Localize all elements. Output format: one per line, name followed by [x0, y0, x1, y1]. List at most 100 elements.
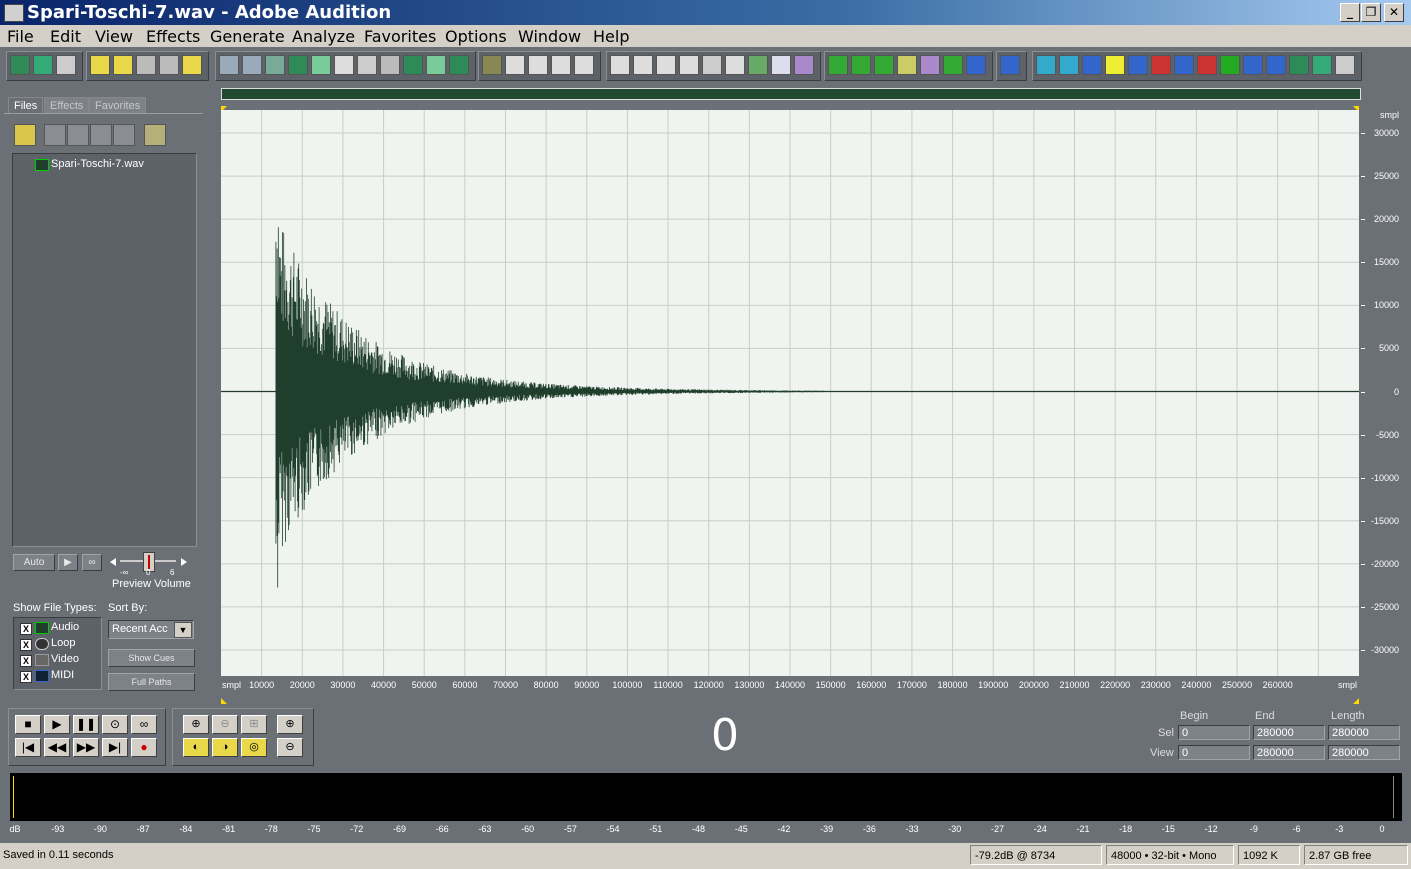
sel-begin-field[interactable]: 0 — [1178, 725, 1250, 740]
frequency-icon[interactable] — [610, 55, 630, 75]
tool-54-icon[interactable] — [1335, 55, 1355, 75]
preview-loop-button[interactable]: ∞ — [82, 554, 102, 571]
edit-file-icon[interactable] — [113, 124, 135, 146]
rewind-button[interactable]: ◀◀ — [44, 738, 70, 757]
file-filter-icon[interactable] — [144, 124, 166, 146]
auto-play-button[interactable]: Auto — [13, 554, 55, 571]
restore-button[interactable]: ❐ — [1361, 3, 1381, 22]
sort-by-dropdown[interactable]: Recent Acc ▼ — [108, 620, 194, 639]
spectrum-icon[interactable] — [1151, 55, 1171, 75]
multitrack-view-icon[interactable] — [33, 55, 53, 75]
overview-bar[interactable] — [221, 88, 1361, 100]
trim-icon[interactable] — [426, 55, 446, 75]
video-checkbox[interactable]: X — [20, 655, 32, 667]
loop-checkbox[interactable]: X — [20, 639, 32, 651]
select-all-icon[interactable] — [288, 55, 308, 75]
go-to-start-button[interactable]: |◀ — [15, 738, 41, 757]
tab-favorites[interactable]: Favorites — [89, 97, 147, 114]
cue-list-icon[interactable] — [528, 55, 548, 75]
view-begin-field[interactable]: 0 — [1178, 745, 1250, 760]
time-icon[interactable] — [679, 55, 699, 75]
repeat-icon[interactable] — [265, 55, 285, 75]
envelope-icon[interactable] — [482, 55, 502, 75]
noise-icon[interactable] — [874, 55, 894, 75]
play-to-end-button[interactable]: ⊙ — [102, 715, 128, 734]
undo-icon[interactable] — [219, 55, 239, 75]
file-list[interactable]: Spari-Toschi-7.wav — [12, 153, 197, 547]
new-file-icon[interactable] — [90, 55, 110, 75]
fir-icon[interactable] — [794, 55, 814, 75]
full-paths-button[interactable]: Full Paths — [108, 673, 195, 691]
info-icon[interactable] — [574, 55, 594, 75]
playlist-icon[interactable] — [551, 55, 571, 75]
bits-icon[interactable] — [702, 55, 722, 75]
close-file-icon[interactable] — [44, 124, 66, 146]
tool-53-icon[interactable] — [1312, 55, 1332, 75]
preview-play-button[interactable]: ▶ — [58, 554, 78, 571]
open-file-icon[interactable] — [14, 124, 36, 146]
tab-files[interactable]: Files — [8, 97, 44, 114]
bars-icon[interactable] — [1174, 55, 1194, 75]
copy-icon[interactable] — [311, 55, 331, 75]
menu-edit[interactable]: Edit — [50, 27, 81, 46]
close-button[interactable]: ✕ — [1384, 3, 1404, 22]
zoom-out-horizontal-icon[interactable]: ⊖ — [212, 715, 238, 734]
fast-forward-button[interactable]: ▶▶ — [73, 738, 99, 757]
normalize-icon[interactable] — [920, 55, 940, 75]
menu-view[interactable]: View — [95, 27, 133, 46]
loop-button[interactable]: ∞ — [131, 715, 157, 734]
tool-52-icon[interactable] — [1289, 55, 1309, 75]
menu-favorites[interactable]: Favorites — [364, 27, 436, 46]
audio-checkbox[interactable]: X — [20, 623, 32, 635]
paste-new-icon[interactable] — [380, 55, 400, 75]
pan-icon[interactable] — [748, 55, 768, 75]
menu-file[interactable]: File — [7, 27, 34, 46]
menu-window[interactable]: Window — [518, 27, 581, 46]
redo-icon[interactable] — [242, 55, 262, 75]
zoom-to-right-icon[interactable]: ◑ — [212, 738, 238, 757]
sel-length-field[interactable]: 280000 — [1328, 725, 1400, 740]
play-icon[interactable] — [633, 55, 653, 75]
menu-generate[interactable]: Generate — [210, 27, 285, 46]
fx-icon[interactable] — [771, 55, 791, 75]
save-selection-icon[interactable] — [182, 55, 202, 75]
graphic-eq-icon[interactable] — [851, 55, 871, 75]
waveform-display[interactable] — [221, 110, 1359, 676]
menu-help[interactable]: Help — [593, 27, 629, 46]
insert-multitrack-icon[interactable] — [67, 124, 89, 146]
app-icon[interactable] — [4, 4, 24, 22]
menu-options[interactable]: Options — [445, 27, 507, 46]
pause-button[interactable]: ❚❚ — [73, 715, 99, 734]
vprp-icon[interactable] — [1059, 55, 1079, 75]
stop-button[interactable]: ■ — [15, 715, 41, 734]
delay-icon[interactable] — [1105, 55, 1125, 75]
ap-icon[interactable] — [966, 55, 986, 75]
crossfade-icon[interactable] — [1082, 55, 1102, 75]
zoom-full-icon[interactable]: ⊞ — [241, 715, 267, 734]
cut-icon[interactable] — [334, 55, 354, 75]
zoom-to-left-icon[interactable]: ◐ — [183, 738, 209, 757]
export-icon[interactable] — [1266, 55, 1286, 75]
minimize-button[interactable]: _ — [1340, 3, 1360, 22]
marker-icon[interactable] — [505, 55, 525, 75]
midi-checkbox[interactable]: X — [20, 671, 32, 683]
analyze-icon[interactable] — [943, 55, 963, 75]
itu-p56-icon[interactable] — [1220, 55, 1240, 75]
zoom-in-horizontal-icon[interactable]: ⊕ — [183, 715, 209, 734]
zoom-to-selection-icon[interactable]: ◎ — [241, 738, 267, 757]
tab-effects[interactable]: Effects — [44, 97, 90, 114]
zoom-in-vertical-icon[interactable]: ⊕ — [277, 715, 303, 734]
sti-icon[interactable] — [1243, 55, 1263, 75]
sel-end-field[interactable]: 280000 — [1253, 725, 1325, 740]
open-file-icon[interactable] — [113, 55, 133, 75]
mq-icon[interactable] — [1036, 55, 1056, 75]
show-cues-button[interactable]: Show Cues — [108, 649, 195, 667]
mix-paste-icon[interactable] — [403, 55, 423, 75]
reverb-icon[interactable] — [1128, 55, 1148, 75]
save-icon[interactable] — [136, 55, 156, 75]
menu-effects[interactable]: Effects — [146, 27, 200, 46]
level-meter[interactable] — [10, 773, 1402, 821]
cd-view-icon[interactable] — [56, 55, 76, 75]
save-all-icon[interactable] — [159, 55, 179, 75]
record-button[interactable]: ● — [131, 738, 157, 757]
